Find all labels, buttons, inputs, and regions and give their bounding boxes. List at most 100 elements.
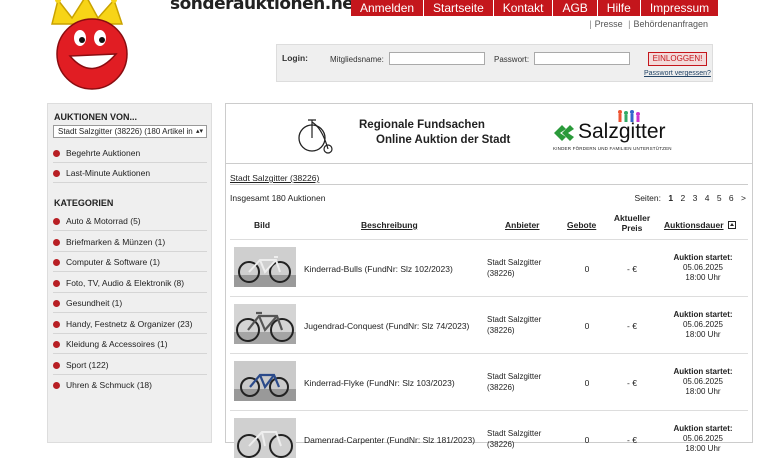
breadcrumb[interactable]: Stadt Salzgitter (38226): [230, 173, 319, 183]
divider: [230, 184, 748, 185]
seller-name: Stadt Salzgitter (38226): [487, 372, 542, 392]
site-title[interactable]: sonderauktionen.net: [170, 0, 361, 14]
auction-duration: Auktion startet: 05.06.2025 18:00 Uhr: [673, 310, 733, 339]
nav-startseite[interactable]: Startseite: [424, 0, 494, 16]
category-item[interactable]: Computer & Software (1): [53, 257, 207, 267]
bullet-icon: [53, 258, 60, 266]
pagination: Seiten: 1 2 3 4 5 6 >: [634, 193, 746, 203]
nav-impressum[interactable]: Impressum: [641, 0, 718, 16]
col-auktionsdauer[interactable]: Auktionsdauer: [664, 220, 736, 230]
select-arrows-icon: ▴▾: [195, 128, 203, 135]
auction-duration: Auktion startet: 05.06.2025 18:00 Uhr: [673, 253, 733, 282]
bid-count: 0: [584, 321, 590, 331]
login-title: Login:: [282, 53, 308, 63]
nav-kontakt[interactable]: Kontakt: [494, 0, 554, 16]
bullet-icon: [53, 149, 60, 157]
category-item[interactable]: Foto, TV, Audio & Elektronik (8): [53, 278, 207, 288]
behoerden-link[interactable]: Behördenanfragen: [633, 19, 708, 29]
page-5[interactable]: 5: [717, 193, 722, 203]
table-row[interactable]: Damenrad-Carpenter (FundNr: Slz 181/2023…: [230, 410, 748, 467]
seller-name: Stadt Salzgitter (38226): [487, 258, 542, 278]
bullet-icon: [53, 169, 60, 177]
forgot-password-link[interactable]: Passwort vergessen?: [644, 70, 711, 77]
item-description[interactable]: Damenrad-Carpenter (FundNr: Slz 181/2023…: [304, 435, 475, 445]
bike-photo[interactable]: [234, 304, 296, 344]
page-3[interactable]: 3: [693, 193, 698, 203]
divider: [53, 374, 207, 375]
password-label: Passwort:: [494, 55, 530, 64]
bullet-icon: [53, 381, 60, 389]
item-description[interactable]: Kinderrad-Bulls (FundNr: Slz 102/2023): [304, 264, 453, 274]
bid-count: 0: [584, 435, 590, 445]
bullet-icon: [53, 320, 60, 328]
bullet-icon: [53, 279, 60, 287]
sidebar-link-last-minute[interactable]: Last-Minute Auktionen: [53, 168, 207, 178]
seller-name: Stadt Salzgitter (38226): [487, 429, 542, 449]
banner-line-2: Online Auktion der Stadt: [376, 134, 511, 146]
divider: [53, 230, 207, 231]
category-item[interactable]: Auto & Motorrad (5): [53, 216, 207, 226]
category-item[interactable]: Uhren & Schmuck (18): [53, 380, 207, 390]
nav-agb[interactable]: AGB: [553, 0, 598, 16]
page-6[interactable]: 6: [729, 193, 734, 203]
divider: [53, 271, 207, 272]
category-item[interactable]: Kleidung & Accessoires (1): [53, 339, 207, 349]
sidebar-link-begehrte[interactable]: Begehrte Auktionen: [53, 148, 207, 158]
item-description[interactable]: Kinderrad-Flyke (FundNr: Slz 103/2023): [304, 378, 455, 388]
bullet-icon: [53, 217, 60, 225]
logo-mascot[interactable]: [40, 0, 140, 90]
banner-text: Regionale Fundsachen Online Auktion der …: [359, 118, 510, 148]
col-gebote[interactable]: Gebote: [567, 220, 596, 230]
page-1[interactable]: 1: [668, 193, 673, 203]
presse-link[interactable]: Presse: [595, 19, 623, 29]
sub-nav: | Presse | Behördenanfragen: [589, 19, 708, 29]
password-input[interactable]: [534, 52, 630, 65]
nav-hilfe[interactable]: Hilfe: [598, 0, 641, 16]
page-4[interactable]: 4: [705, 193, 710, 203]
seller-select-value: Stadt Salzgitter (38226) (180 Artikel in: [58, 127, 193, 136]
salzgitter-logo: Salzgitter: [578, 120, 666, 143]
divider: [53, 251, 207, 252]
page-2[interactable]: 2: [680, 193, 685, 203]
top-nav: Anmelden Startseite Kontakt AGB Hilfe Im…: [351, 0, 719, 16]
bike-photo[interactable]: [234, 247, 296, 287]
category-item[interactable]: Handy, Festnetz & Organizer (23): [53, 319, 207, 329]
category-item[interactable]: Briefmarken & Münzen (1): [53, 237, 207, 247]
banner: Regionale Fundsachen Online Auktion der …: [226, 104, 752, 164]
col-bild: Bild: [254, 220, 271, 230]
table-row[interactable]: Jugendrad-Conquest (FundNr: Slz 74/2023)…: [230, 296, 748, 353]
table-header: Bild Beschreibung Anbieter Gebote Aktuel…: [226, 211, 752, 239]
category-item[interactable]: Sport (122): [53, 360, 207, 370]
col-beschreibung[interactable]: Beschreibung: [361, 220, 418, 230]
table-row[interactable]: Kinderrad-Bulls (FundNr: Slz 102/2023) S…: [230, 239, 748, 296]
item-description[interactable]: Jugendrad-Conquest (FundNr: Slz 74/2023): [304, 321, 469, 331]
seller-select[interactable]: Stadt Salzgitter (38226) (180 Artikel in…: [53, 125, 207, 138]
penny-farthing-icon: [298, 119, 333, 154]
member-input[interactable]: [389, 52, 485, 65]
auction-duration: Auktion startet: 05.06.2025 18:00 Uhr: [673, 367, 733, 396]
table-row[interactable]: Kinderrad-Flyke (FundNr: Slz 103/2023) S…: [230, 353, 748, 410]
auction-duration: Auktion startet: 05.06.2025 18:00 Uhr: [673, 424, 733, 453]
bike-photo[interactable]: [234, 418, 296, 458]
divider: [53, 292, 207, 293]
sort-ascending-icon[interactable]: [727, 221, 736, 229]
current-price: - €: [627, 435, 637, 445]
divider: [53, 333, 207, 334]
col-preis: Aktueller Preis: [613, 213, 651, 233]
seller-name: Stadt Salzgitter (38226): [487, 315, 542, 335]
sidebar: AUKTIONEN VON... Stadt Salzgitter (38226…: [47, 103, 212, 443]
auctions-heading: AUKTIONEN VON...: [54, 112, 138, 122]
bid-count: 0: [584, 264, 590, 274]
page-next[interactable]: >: [741, 193, 746, 203]
current-price: - €: [627, 264, 637, 274]
login-box: Login: Mitgliedsname: Passwort: EINLOGGE…: [276, 44, 713, 82]
nav-anmelden[interactable]: Anmelden: [351, 0, 425, 16]
bike-photo[interactable]: [234, 361, 296, 401]
bullet-icon: [53, 361, 60, 369]
category-item[interactable]: Gesundheit (1): [53, 298, 207, 308]
login-button[interactable]: EINLOGGEN!: [648, 52, 707, 66]
col-anbieter[interactable]: Anbieter: [505, 220, 539, 230]
banner-line-1: Regionale Fundsachen: [359, 119, 485, 131]
bid-count: 0: [584, 378, 590, 388]
divider: [53, 182, 207, 183]
